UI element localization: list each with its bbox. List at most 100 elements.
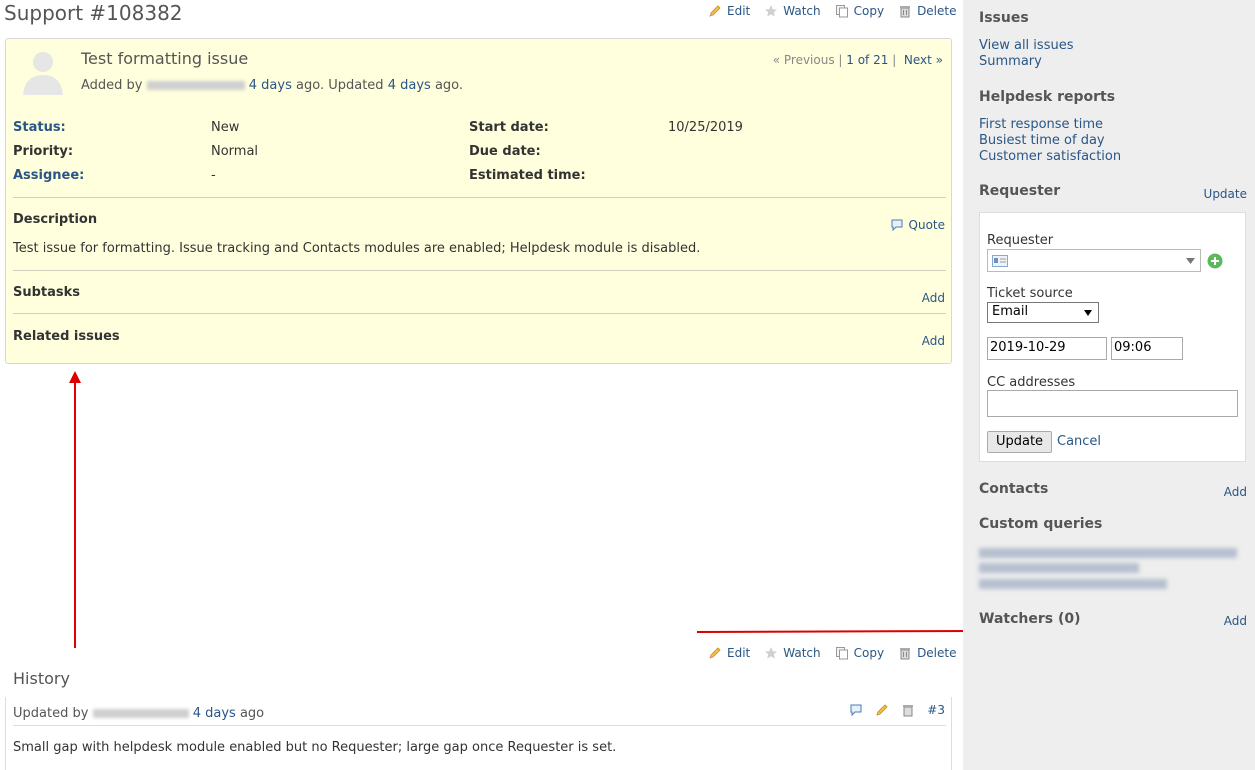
journal-id-link[interactable]: #3 bbox=[927, 703, 945, 717]
history-journal: Updated by 4 days ago #3 Small gap with … bbox=[5, 697, 952, 770]
next-link[interactable]: Next » bbox=[904, 53, 943, 67]
subtasks-title: Subtasks bbox=[13, 285, 81, 300]
copy-label: Copy bbox=[853, 4, 885, 18]
watch-button[interactable]: Watch bbox=[764, 4, 821, 18]
requester-update-link[interactable]: Update bbox=[1204, 187, 1247, 201]
report-link[interactable]: Busiest time of day bbox=[979, 133, 1105, 148]
add-related-link[interactable]: Add bbox=[922, 334, 945, 348]
cc-addresses-input[interactable] bbox=[987, 390, 1238, 417]
cancel-link[interactable]: Cancel bbox=[1057, 434, 1101, 449]
ago-suffix: ago. bbox=[434, 78, 464, 93]
custom-queries-heading: Custom queries bbox=[979, 516, 1103, 532]
chevron-down-icon bbox=[1084, 310, 1092, 316]
updated-ago-link[interactable]: 4 days bbox=[388, 78, 431, 93]
update-button[interactable]: Update bbox=[987, 431, 1052, 453]
divider bbox=[13, 313, 946, 314]
custom-query-link-redacted[interactable] bbox=[979, 579, 1167, 589]
divider bbox=[13, 725, 946, 726]
add-contact-link[interactable]: Add bbox=[1224, 485, 1247, 499]
previous-link[interactable]: « Previous bbox=[773, 53, 835, 67]
ticket-source-value: Email bbox=[992, 304, 1029, 319]
ticket-source-select[interactable]: Email bbox=[987, 302, 1099, 323]
edit-icon bbox=[709, 647, 721, 659]
priority-label: Priority: bbox=[13, 144, 74, 159]
edit-icon[interactable] bbox=[875, 703, 889, 717]
cc-addresses-label: CC addresses bbox=[987, 375, 1076, 390]
avatar-placeholder bbox=[23, 52, 63, 95]
issue-details: Test formatting issue Added by 4 days ag… bbox=[5, 38, 952, 364]
issues-heading: Issues bbox=[979, 10, 1029, 26]
watchers-heading: Watchers (0) bbox=[979, 611, 1081, 627]
add-contact-icon[interactable] bbox=[1207, 253, 1223, 269]
estimated-time-label: Estimated time: bbox=[469, 168, 586, 183]
description-title: Description bbox=[13, 212, 98, 227]
updated-text: ago. Updated bbox=[296, 78, 384, 93]
issue-subject: Test formatting issue bbox=[81, 49, 249, 68]
start-date-value: 10/25/2019 bbox=[668, 120, 743, 135]
quote-label: Quote bbox=[908, 218, 945, 232]
custom-query-link-redacted[interactable] bbox=[979, 548, 1237, 558]
updated-by-label: Updated by bbox=[13, 706, 89, 721]
status-value: New bbox=[211, 120, 240, 135]
due-date-label: Due date: bbox=[469, 144, 541, 159]
copy-button[interactable]: Copy bbox=[835, 646, 884, 660]
quote-button[interactable]: Quote bbox=[890, 218, 945, 232]
chevron-down-icon bbox=[1186, 258, 1195, 264]
author-name-redacted bbox=[146, 81, 245, 90]
requester-form: Requester Ticket source Email 2019-10-29… bbox=[979, 212, 1246, 462]
ticket-time-input[interactable]: 09:06 bbox=[1111, 337, 1183, 360]
start-date-label: Start date: bbox=[469, 120, 549, 135]
sidebar: Issues View all issues Summary Helpdesk … bbox=[963, 0, 1255, 770]
journal-notes: Small gap with helpdesk module enabled b… bbox=[13, 740, 617, 755]
journal-ago-link[interactable]: 4 days bbox=[193, 706, 236, 721]
trash-icon[interactable] bbox=[901, 703, 915, 717]
edit-icon bbox=[709, 5, 721, 17]
add-subtask-link[interactable]: Add bbox=[922, 291, 945, 305]
journal-actions: #3 bbox=[849, 703, 945, 717]
divider bbox=[13, 270, 946, 271]
description-text: Test issue for formatting. Issue trackin… bbox=[13, 241, 701, 256]
divider bbox=[13, 197, 946, 198]
issue-navigation: « Previous | 1 of 21 | Next » bbox=[772, 53, 943, 67]
ticket-source-label: Ticket source bbox=[987, 286, 1073, 301]
assignee-label[interactable]: Assignee: bbox=[13, 168, 84, 183]
view-all-issues-link[interactable]: View all issues bbox=[979, 38, 1073, 53]
summary-link[interactable]: Summary bbox=[979, 54, 1042, 69]
add-watcher-link[interactable]: Add bbox=[1224, 614, 1247, 628]
edit-button[interactable]: Edit bbox=[708, 4, 750, 18]
quote-icon[interactable] bbox=[849, 703, 863, 717]
custom-query-link-redacted[interactable] bbox=[979, 563, 1139, 573]
watch-button[interactable]: Watch bbox=[764, 646, 821, 660]
helpdesk-reports-heading: Helpdesk reports bbox=[979, 89, 1116, 105]
watch-label: Watch bbox=[783, 646, 821, 660]
status-label[interactable]: Status: bbox=[13, 120, 66, 135]
journal-header: Updated by 4 days ago bbox=[13, 706, 264, 721]
edit-label: Edit bbox=[727, 646, 751, 660]
page-title: Support #108382 bbox=[4, 1, 183, 25]
edit-button[interactable]: Edit bbox=[708, 646, 750, 660]
added-by-label: Added by bbox=[81, 78, 143, 93]
report-link[interactable]: Customer satisfaction bbox=[979, 149, 1121, 164]
issue-actions-bottom: Edit Watch Copy Delete bbox=[708, 646, 957, 660]
added-ago-link[interactable]: 4 days bbox=[249, 78, 292, 93]
delete-button[interactable]: Delete bbox=[898, 4, 957, 18]
issue-actions-top: Edit Watch Copy Delete bbox=[708, 4, 957, 18]
journal-author-redacted bbox=[92, 709, 189, 718]
priority-value: Normal bbox=[211, 144, 259, 159]
delete-label: Delete bbox=[917, 4, 957, 18]
annotation-arrow-head bbox=[69, 371, 81, 383]
contacts-heading: Contacts bbox=[979, 481, 1049, 497]
delete-button[interactable]: Delete bbox=[898, 646, 957, 660]
report-link[interactable]: First response time bbox=[979, 117, 1103, 132]
author-line: Added by 4 days ago. Updated 4 days ago. bbox=[81, 78, 463, 93]
issue-position-link[interactable]: 1 of 21 bbox=[846, 53, 888, 67]
trash-icon bbox=[900, 6, 911, 18]
ticket-date-input[interactable]: 2019-10-29 bbox=[987, 337, 1107, 360]
history-title: History bbox=[13, 669, 70, 688]
requester-field-label: Requester bbox=[987, 233, 1054, 248]
copy-button[interactable]: Copy bbox=[835, 4, 884, 18]
delete-label: Delete bbox=[917, 646, 957, 660]
requester-select[interactable] bbox=[987, 249, 1201, 272]
star-icon bbox=[765, 647, 778, 659]
contact-card-icon bbox=[992, 255, 1008, 267]
